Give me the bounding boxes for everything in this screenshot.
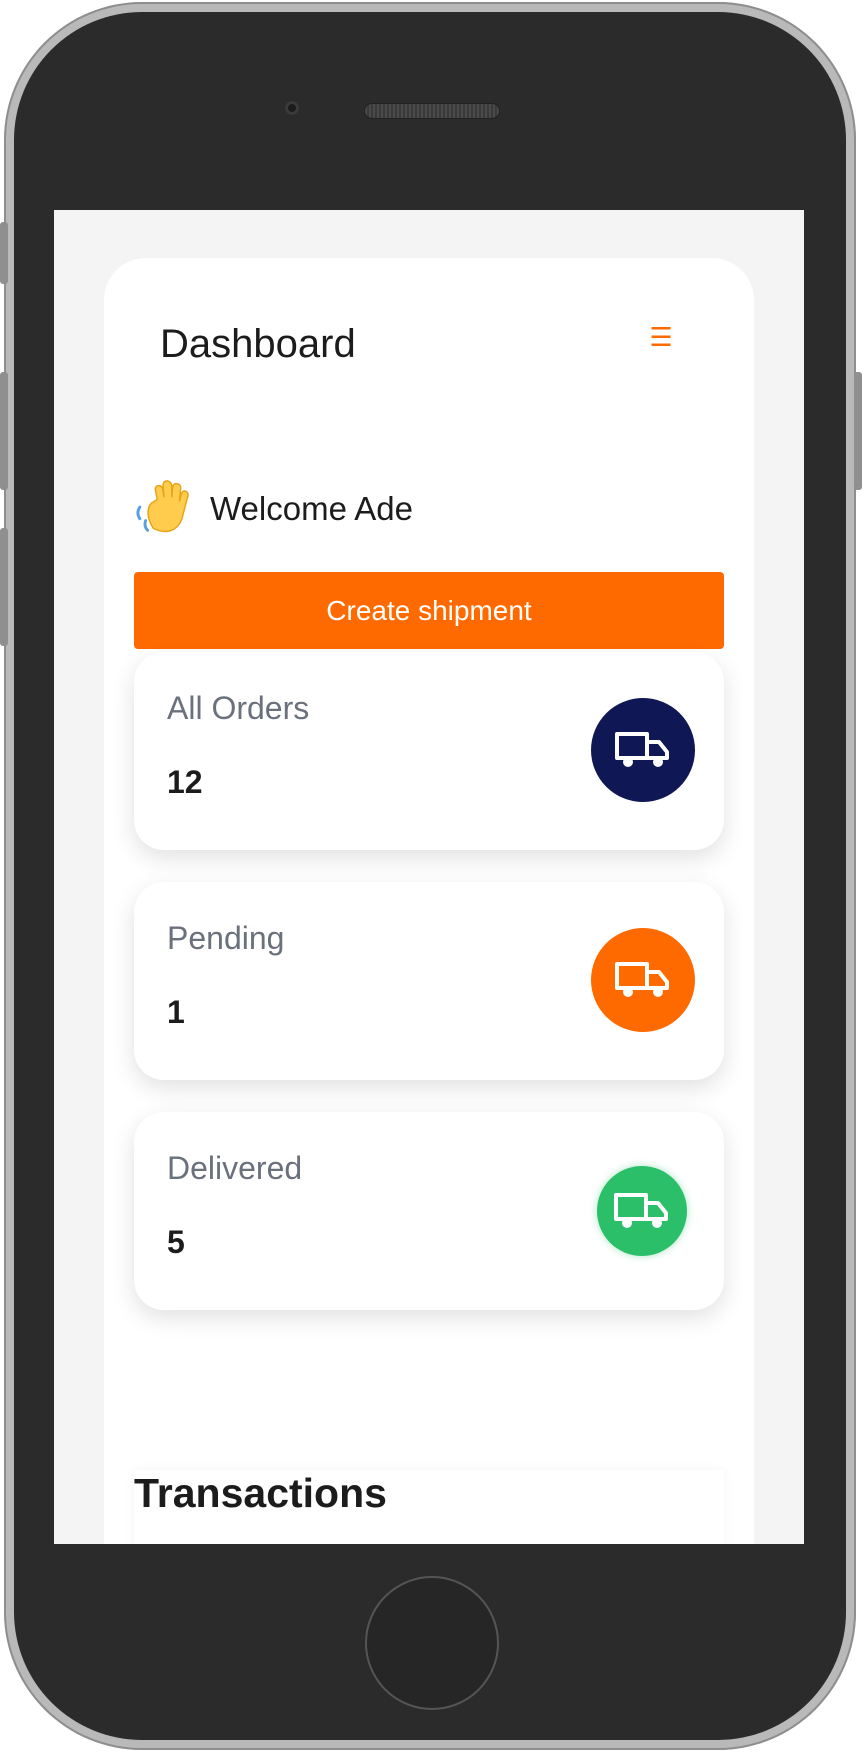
side-button-mute (0, 222, 8, 284)
transactions-title: Transactions (134, 1470, 387, 1516)
stat-card-all-orders[interactable]: All Orders 12 (134, 652, 724, 850)
side-button-volume-up (0, 372, 8, 490)
stat-value: 1 (167, 994, 185, 1030)
side-button-power (854, 372, 862, 490)
stat-label: All Orders (167, 690, 310, 726)
stat-value: 12 (167, 764, 203, 800)
camera-icon (285, 101, 299, 115)
transactions-section: Transactions (134, 1470, 724, 1544)
stat-label: Delivered (167, 1150, 303, 1186)
create-shipment-button[interactable]: Create shipment (134, 572, 724, 649)
hamburger-icon: ☰ (649, 322, 673, 352)
page-title: Dashboard (160, 322, 356, 366)
side-button-volume-down (0, 528, 8, 646)
welcome-banner: Welcome Ade (134, 478, 413, 540)
stat-card-delivered[interactable]: Delivered 5 (134, 1112, 724, 1310)
speaker-grille (364, 103, 500, 119)
truck-icon (591, 698, 695, 802)
screen: Dashboard ☰ Welcome Ade Create shipment … (54, 210, 804, 1544)
waving-hand-icon (136, 480, 189, 533)
stat-value: 5 (167, 1224, 185, 1260)
truck-icon (591, 928, 695, 1032)
menu-button[interactable]: ☰ (646, 322, 676, 352)
welcome-message: Welcome Ade (210, 490, 413, 527)
stat-label: Pending (167, 920, 285, 956)
truck-icon (597, 1166, 687, 1256)
stat-card-pending[interactable]: Pending 1 (134, 882, 724, 1080)
home-button[interactable] (365, 1576, 499, 1710)
